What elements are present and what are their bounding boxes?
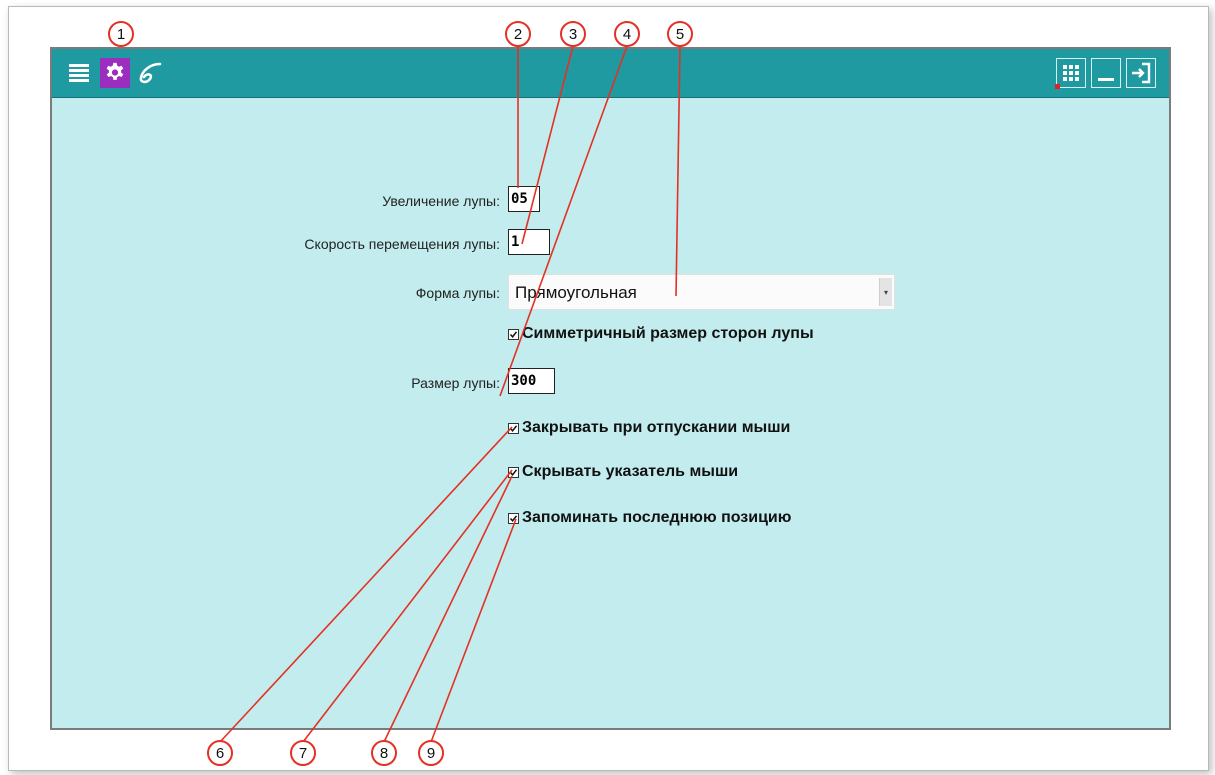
settings-window — [50, 47, 1171, 730]
shape-label: Форма лупы: — [415, 285, 500, 301]
callout-9: 9 — [418, 740, 444, 766]
exit-button[interactable] — [1126, 58, 1156, 88]
shape-select-value: Прямоугольная — [515, 283, 637, 302]
remember-position-option[interactable]: Запоминать последнюю позицию — [508, 509, 791, 527]
shape-select[interactable]: Прямоугольная ▾ — [508, 274, 895, 310]
speed-label: Скорость перемещения лупы: — [304, 236, 500, 252]
symmetric-size-option[interactable]: Симметричный размер сторон лупы — [508, 325, 814, 343]
menu-button[interactable] — [64, 58, 94, 88]
checkmark-icon — [509, 424, 518, 432]
settings-button[interactable] — [100, 58, 130, 88]
symmetric-size-label: Симметричный размер сторон лупы — [522, 325, 814, 342]
minimize-button[interactable] — [1091, 58, 1121, 88]
close-on-release-option[interactable]: Закрывать при отпускании мыши — [508, 419, 790, 437]
hide-cursor-checkbox[interactable] — [508, 466, 519, 478]
speed-input[interactable]: 1 — [508, 229, 550, 255]
remember-position-checkbox[interactable] — [508, 512, 519, 524]
callout-2: 2 — [505, 21, 531, 47]
zoom-input[interactable]: 05 — [508, 186, 540, 212]
list-icon — [69, 64, 89, 82]
callout-8: 8 — [371, 740, 397, 766]
checkmark-icon — [509, 330, 518, 338]
notification-dot — [1055, 84, 1060, 89]
hide-cursor-label: Скрывать указатель мыши — [522, 463, 739, 480]
grid-icon — [1063, 65, 1079, 81]
callout-7: 7 — [290, 740, 316, 766]
close-on-release-label: Закрывать при отпускании мыши — [522, 419, 791, 436]
hide-cursor-option[interactable]: Скрывать указатель мыши — [508, 463, 738, 481]
callout-6: 6 — [207, 740, 233, 766]
grid-button[interactable] — [1055, 58, 1086, 89]
toolbar — [52, 49, 1169, 98]
callout-4: 4 — [614, 21, 640, 47]
logo-button[interactable] — [136, 58, 166, 88]
size-input[interactable]: 300 — [508, 368, 555, 394]
logo-icon — [139, 62, 162, 84]
callout-5: 5 — [667, 21, 693, 47]
zoom-label: Увеличение лупы: — [382, 193, 500, 209]
minimize-icon — [1098, 78, 1114, 81]
size-label: Размер лупы: — [411, 375, 500, 391]
dropdown-arrow-icon[interactable]: ▾ — [879, 278, 892, 306]
close-on-release-checkbox[interactable] — [508, 422, 519, 434]
callout-1: 1 — [108, 21, 134, 47]
gear-icon — [106, 62, 124, 80]
checkmark-icon — [509, 514, 518, 522]
exit-icon — [1132, 62, 1151, 84]
checkmark-icon — [509, 468, 518, 476]
symmetric-size-checkbox[interactable] — [508, 328, 519, 340]
callout-3: 3 — [560, 21, 586, 47]
remember-position-label: Запоминать последнюю позицию — [522, 509, 792, 526]
